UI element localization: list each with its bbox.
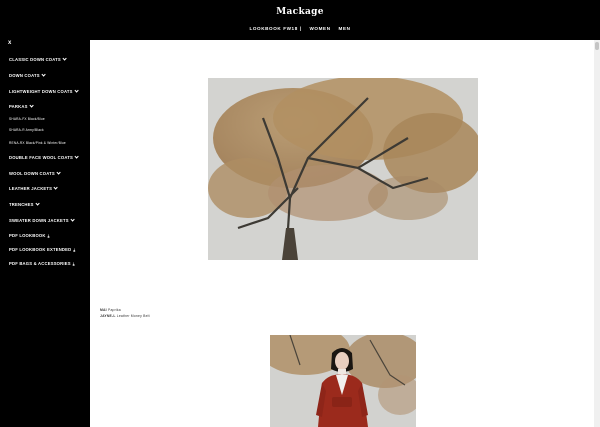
sidebar-item-pdf-lookbook-extended[interactable]: PDF LOOKBOOK EXTENDED ⤓ xyxy=(9,247,75,252)
caption-look: MAI Paprika xyxy=(100,308,121,312)
top-nav: LOOKBOOK FW18 | WOMEN MEN xyxy=(0,26,600,31)
sidebar-item-pdf-lookbook[interactable]: PDF LOOKBOOK ⤓ xyxy=(9,233,50,238)
sidebar-item-shara-fx-black-blue[interactable]: SHARA-FX Black/Blue xyxy=(9,117,45,121)
sidebar-item-wool-down-coats[interactable]: WOOL DOWN COATS xyxy=(9,170,61,176)
sidebar-item-label: SHARA-R Army/Black xyxy=(9,128,44,132)
download-icon: ⤓ xyxy=(47,233,50,238)
sidebar-item-label: RENA-RX Black/Pink & Winter/Blue xyxy=(9,141,66,145)
sidebar-item-pdf-bags-accessories[interactable]: PDF BAGS & ACCESSORIES ⤓ xyxy=(9,261,75,266)
sidebar-item-label: TRENCHES xyxy=(9,202,34,207)
sidebar-item-label: CLASSIC DOWN COATS xyxy=(9,57,61,62)
sidebar-item-leather-jackets[interactable]: LEATHER JACKETS xyxy=(9,185,59,191)
site-header: Mackage LOOKBOOK FW18 | WOMEN MEN xyxy=(0,0,600,40)
sidebar-item-double-face-wool-coats[interactable]: DOUBLE FACE WOOL COATS xyxy=(9,154,79,160)
sidebar-item-label: DOWN COATS xyxy=(9,73,40,78)
sidebar-item-label: DOUBLE FACE WOOL COATS xyxy=(9,155,74,160)
sidebar-item-down-coats[interactable]: DOWN COATS xyxy=(9,72,46,78)
sidebar: x CLASSIC DOWN COATS DOWN COATS LIGHTWEIGH… xyxy=(0,40,90,427)
chevron-down-icon xyxy=(34,201,40,206)
caption-style-color: Paprika xyxy=(107,308,121,312)
caption-accessory-desc: Leather Money Belt xyxy=(116,314,150,318)
autumn-tree-photo xyxy=(208,78,478,260)
caption-accessory: JAYNE-L Leather Money Belt xyxy=(100,314,150,318)
sidebar-item-rena-rx-black-pink-winter-blue[interactable]: RENA-RX Black/Pink & Winter/Blue xyxy=(9,141,66,145)
chevron-down-icon xyxy=(62,56,67,61)
caption-accessory-name: JAYNE-L xyxy=(100,314,116,318)
sidebar-item-shara-r-army-black[interactable]: SHARA-R Army/Black xyxy=(9,128,44,132)
scrollbar-thumb[interactable] xyxy=(595,42,599,50)
chevron-down-icon xyxy=(74,154,79,159)
chevron-down-icon xyxy=(56,170,61,175)
sidebar-item-label: SHARA-FX Black/Blue xyxy=(9,117,45,121)
sidebar-item-classic-down-coats[interactable]: CLASSIC DOWN COATS xyxy=(9,56,67,62)
sidebar-item-label: WOOL DOWN COATS xyxy=(9,171,55,176)
chevron-down-icon xyxy=(53,185,59,190)
chevron-down-icon xyxy=(41,72,46,77)
download-icon: ⤓ xyxy=(72,261,75,266)
sidebar-item-label: PDF BAGS & ACCESSORIES xyxy=(9,261,71,266)
chevron-down-icon xyxy=(70,217,75,222)
sidebar-item-trenches[interactable]: TRENCHES xyxy=(9,201,40,207)
sidebar-item-lightweight-down-coats[interactable]: LIGHTWEIGHT DOWN COATS xyxy=(9,88,79,94)
nav-lookbook[interactable]: LOOKBOOK FW18 | xyxy=(249,26,301,31)
nav-women[interactable]: WOMEN xyxy=(310,26,331,31)
sidebar-item-label: PDF LOOKBOOK EXTENDED xyxy=(9,247,72,252)
hero-image xyxy=(208,78,478,260)
chevron-down-icon xyxy=(28,103,34,108)
sidebar-item-label: SWEATER DOWN JACKETS xyxy=(9,218,69,223)
sidebar-item-label: PARKAS xyxy=(9,104,28,109)
sidebar-item-label: PDF LOOKBOOK xyxy=(9,233,46,238)
download-icon: ⤓ xyxy=(73,247,76,252)
sidebar-item-label: LIGHTWEIGHT DOWN COATS xyxy=(9,89,73,94)
sidebar-item-sweater-down-jackets[interactable]: SWEATER DOWN JACKETS xyxy=(9,217,75,223)
caption-style-name: MAI xyxy=(100,308,107,312)
close-icon[interactable]: x xyxy=(8,40,11,46)
chevron-down-icon xyxy=(73,88,79,93)
model-photo xyxy=(270,335,416,427)
model-red-coat-photo xyxy=(270,335,416,427)
brand-logo[interactable]: Mackage xyxy=(0,7,600,17)
scrollbar[interactable] xyxy=(594,40,600,427)
sidebar-item-parkas[interactable]: PARKAS xyxy=(9,103,34,109)
nav-men[interactable]: MEN xyxy=(339,26,351,31)
sidebar-item-label: LEATHER JACKETS xyxy=(9,186,53,191)
